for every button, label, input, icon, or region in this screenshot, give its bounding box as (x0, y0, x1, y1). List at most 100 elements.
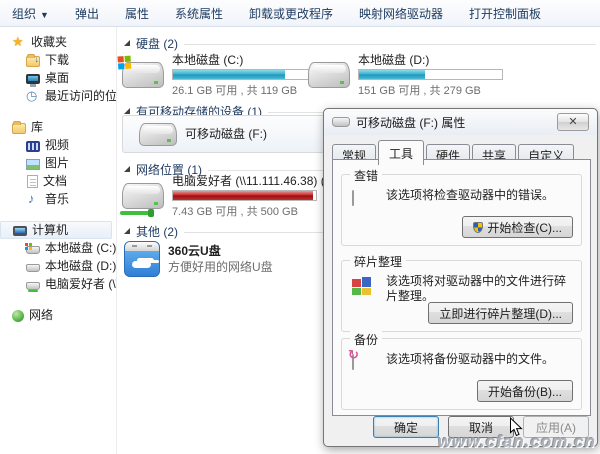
collapse-triangle-icon[interactable] (124, 108, 130, 114)
star-icon (12, 35, 26, 49)
removable-drive-icon (139, 123, 177, 146)
mouse-cursor-icon (509, 417, 523, 437)
sidebar-item-music[interactable]: 音乐 (0, 190, 116, 208)
defragment-group: 碎片整理 该选项将对驱动器中的文件进行碎片整理。 立即进行碎片整理(D)... (341, 260, 582, 332)
button-label: 开始备份(B)... (488, 383, 562, 400)
sidebar-item-label: 视频 (45, 136, 69, 154)
sidebar-group-computer[interactable]: 计算机 (0, 221, 112, 239)
tab-tools[interactable]: 工具 (378, 140, 424, 165)
sidebar-item-recent-places[interactable]: 最近访问的位置 (0, 87, 116, 105)
backup-arrow-icon: ↻ (348, 347, 359, 363)
downloads-folder-icon (26, 56, 40, 67)
group-legend: 备份 (350, 331, 382, 348)
sidebar-item-label: 图片 (45, 154, 69, 172)
documents-icon (27, 175, 38, 188)
defrag-icon (352, 277, 371, 295)
drive-caption: 26.1 GB 可用 , 共 119 GB (172, 82, 317, 98)
videos-icon (26, 141, 40, 152)
group-description: 该选项将备份驱动器中的文件。 (386, 352, 571, 367)
system-drive-icon (26, 246, 40, 254)
sidebar-group-label: 库 (31, 118, 43, 136)
network-cable-icon (120, 211, 150, 215)
sidebar-item-local-disk-d[interactable]: 本地磁盘 (D:) (0, 257, 116, 275)
sidebar-item-label: 下载 (45, 51, 69, 69)
sidebar-item-desktop[interactable]: 桌面 (0, 69, 116, 87)
organize-label: 组织 (12, 7, 36, 21)
drive-tile-f[interactable]: 可移动磁盘 (F:) (122, 115, 328, 153)
desktop-monitor-icon (26, 74, 40, 84)
tools-tab-page: 查错 该选项将检查驱动器中的错误。 开始检查(C)... 碎片整理 该选项将对驱… (332, 159, 591, 416)
sidebar-group-network[interactable]: 网络 (0, 306, 116, 324)
sidebar-group-label: 计算机 (32, 222, 68, 238)
sidebar-item-label: 本地磁盘 (D:) (45, 257, 116, 275)
pictures-icon (26, 159, 40, 170)
item-name: 360云U盘 (168, 244, 273, 258)
sidebar-item-label: 本地磁盘 (C:) (45, 239, 116, 257)
uninstall-programs-button[interactable]: 卸载或更改程序 (249, 5, 333, 22)
sidebar-item-label: 电脑爱好者 (\\11.111.46.38) (Z:) (45, 275, 116, 293)
open-control-panel-button[interactable]: 打开控制面板 (469, 5, 541, 22)
defragment-now-button[interactable]: 立即进行碎片整理(D)... (428, 302, 573, 324)
properties-button[interactable]: 属性 (125, 5, 149, 22)
command-bar: 组织 ▼ 弹出 属性 系统属性 卸载或更改程序 映射网络驱动器 打开控制面板 (0, 0, 600, 27)
sidebar-item-label: 桌面 (45, 69, 69, 87)
item-caption: 方便好用的网络U盘 (168, 258, 273, 275)
recent-places-icon (26, 89, 40, 103)
drive-icon (26, 264, 40, 272)
drive-tile-d[interactable]: 本地磁盘 (D:) 151 GB 可用 , 共 279 GB (308, 53, 558, 97)
uac-shield-icon (473, 222, 483, 233)
navigation-pane: 收藏夹 下载 桌面 最近访问的位置 库 视频 图片 文档 音乐 计算机 本地磁盘… (0, 27, 117, 454)
cloud-usb-tile[interactable]: 360云U盘 方便好用的网络U盘 (124, 237, 334, 281)
sidebar-group-libraries[interactable]: 库 (0, 118, 116, 136)
eject-button[interactable]: 弹出 (75, 5, 99, 22)
drive-name: 电脑爱好者 (\\11.111.46.38) (Z:) (172, 174, 339, 188)
sidebar-item-videos[interactable]: 视频 (0, 136, 116, 154)
collapse-triangle-icon[interactable] (124, 166, 130, 172)
button-label: 立即进行碎片整理(D)... (439, 305, 562, 322)
ok-button[interactable]: 确定 (373, 416, 439, 438)
sidebar-item-local-disk-c[interactable]: 本地磁盘 (C:) (0, 239, 116, 257)
capacity-bar (172, 69, 317, 80)
dropdown-arrow-icon: ▼ (40, 10, 49, 20)
drive-name: 本地磁盘 (C:) (172, 53, 317, 67)
system-properties-button[interactable]: 系统属性 (175, 5, 223, 22)
close-icon: ✕ (568, 117, 577, 128)
backup-icon: ↻ (352, 354, 354, 370)
tab-strip: 常规工具硬件共享自定义 (332, 140, 576, 160)
cloud-usb-icon (124, 241, 160, 277)
computer-icon (13, 226, 27, 236)
collapse-triangle-icon[interactable] (124, 228, 130, 234)
organize-button[interactable]: 组织 ▼ (12, 5, 49, 22)
sidebar-group-label: 收藏夹 (31, 33, 67, 51)
sidebar-item-pictures[interactable]: 图片 (0, 154, 116, 172)
map-network-drive-button[interactable]: 映射网络驱动器 (359, 5, 443, 22)
properties-dialog: 可移动磁盘 (F:) 属性 ✕ 常规工具硬件共享自定义 查错 该选项将检查驱动器… (323, 108, 598, 447)
section-title: 硬盘 (2) (136, 35, 178, 52)
drive-icon (352, 190, 354, 206)
sidebar-item-downloads[interactable]: 下载 (0, 51, 116, 69)
network-drive-icon (26, 282, 40, 290)
capacity-bar (172, 190, 317, 201)
system-drive-icon (122, 62, 164, 88)
dialog-titlebar[interactable]: 可移动磁盘 (F:) 属性 ✕ (324, 109, 597, 135)
music-icon (26, 192, 40, 206)
libraries-icon (12, 123, 26, 134)
backup-now-button[interactable]: 开始备份(B)... (477, 380, 573, 402)
section-divider (184, 44, 596, 45)
capacity-bar (358, 69, 503, 80)
removable-drive-icon (332, 117, 350, 127)
drive-tile-c[interactable]: 本地磁盘 (C:) 26.1 GB 可用 , 共 119 GB (122, 53, 334, 97)
sidebar-group-label: 网络 (29, 306, 53, 324)
sidebar-item-documents[interactable]: 文档 (0, 172, 116, 190)
drive-icon (308, 62, 350, 88)
section-header-hard-disks[interactable]: 硬盘 (2) (124, 35, 596, 51)
collapse-triangle-icon[interactable] (124, 40, 130, 46)
close-button[interactable]: ✕ (557, 113, 589, 131)
check-now-button[interactable]: 开始检查(C)... (462, 216, 573, 238)
button-label: 开始检查(C)... (487, 219, 562, 236)
sidebar-group-favorites[interactable]: 收藏夹 (0, 33, 116, 51)
sidebar-item-network-drive-z[interactable]: 电脑爱好者 (\\11.111.46.38) (Z:) (0, 275, 116, 293)
group-description: 该选项将对驱动器中的文件进行碎片整理。 (386, 274, 571, 304)
drive-caption: 151 GB 可用 , 共 279 GB (358, 82, 503, 98)
group-legend: 碎片整理 (350, 253, 406, 270)
